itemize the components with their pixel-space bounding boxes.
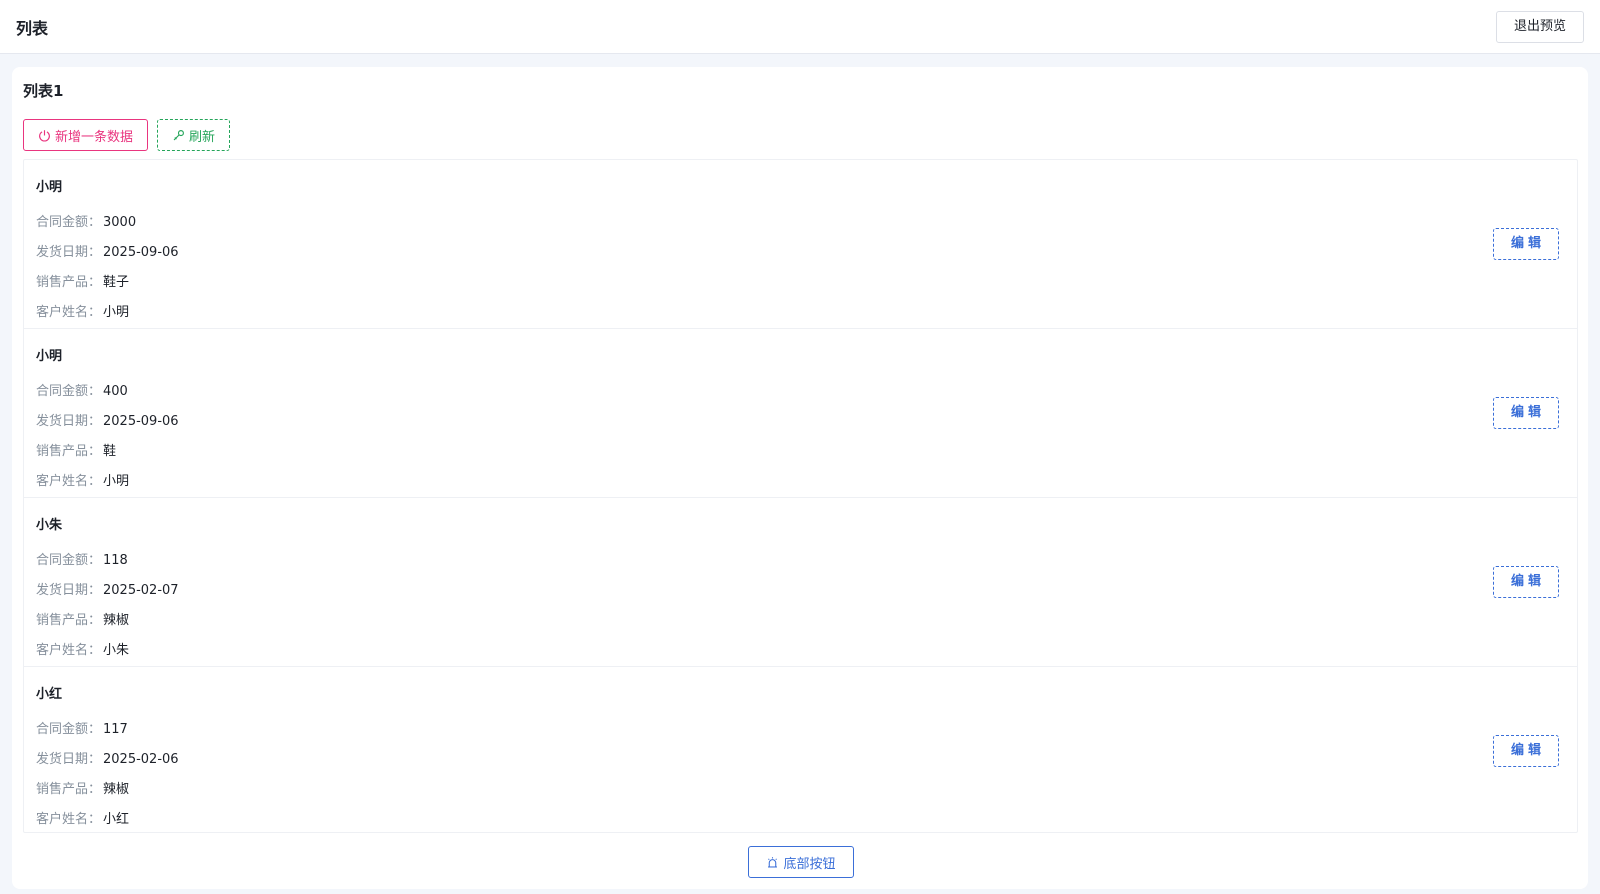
edit-button[interactable]: 编辑 — [1493, 566, 1559, 598]
product-row: 销售产品： 辣椒 — [36, 778, 129, 797]
amount-value: 3000 — [103, 215, 137, 230]
item-title: 小明 — [36, 349, 63, 364]
date-label: 发货日期： — [36, 414, 102, 429]
customer-value: 小朱 — [103, 643, 130, 658]
customer-label: 客户姓名： — [36, 305, 102, 320]
customer-row: 客户姓名： 小明 — [36, 470, 129, 489]
list-item: 小红 合同金额： 117 发货日期： 2025-02-06 销售产品： 辣椒 客户姓名… — [24, 667, 1577, 832]
edit-button[interactable]: 编辑 — [1493, 228, 1559, 260]
refresh-label: 刷新 — [189, 129, 216, 145]
product-value: 鞋子 — [103, 275, 130, 290]
date-value: 2025-09-06 — [103, 245, 179, 260]
amount-row: 合同金额： 3000 — [36, 211, 136, 230]
page-title: 列表 — [16, 19, 49, 38]
item-title: 小朱 — [36, 518, 63, 533]
exit-preview-button[interactable]: 退出预览 — [1496, 11, 1584, 43]
product-label: 销售产品： — [36, 782, 102, 797]
amount-label: 合同金额： — [36, 722, 102, 737]
top-bar: 列表 退出预览 — [0, 0, 1600, 54]
date-value: 2025-02-06 — [103, 752, 179, 767]
date-label: 发货日期： — [36, 583, 102, 598]
product-row: 销售产品： 辣椒 — [36, 609, 129, 628]
date-row: 发货日期： 2025-02-06 — [36, 748, 179, 767]
customer-value: 小红 — [103, 812, 130, 827]
customer-label: 客户姓名： — [36, 474, 102, 489]
list-item: 小明 合同金额： 400 发货日期： 2025-09-06 销售产品：鞋 客户姓名：… — [24, 329, 1577, 498]
date-row: 发货日期： 2025-02-07 — [36, 579, 179, 598]
product-label: 销售产品： — [36, 613, 102, 628]
amount-value: 117 — [103, 722, 128, 737]
date-value: 2025-02-07 — [103, 583, 179, 598]
customer-value: 小明 — [103, 474, 130, 489]
refresh-button[interactable]: 刷新 — [157, 119, 231, 151]
date-label: 发货日期： — [36, 245, 102, 260]
record-list: 小明 合同金额： 3000 发货日期： 2025-09-06 销售产品： 鞋子 客户姓… — [23, 159, 1578, 833]
product-value: 鞋 — [103, 444, 117, 459]
add-record-button[interactable]: 新增一条数据 — [23, 119, 149, 151]
item-title: 小明 — [36, 180, 63, 195]
panel-title: 列表1 — [23, 82, 64, 100]
amount-row: 合同金额： 400 — [36, 380, 128, 399]
date-row: 发货日期： 2025-09-06 — [36, 241, 179, 260]
amount-label: 合同金额： — [36, 553, 102, 568]
customer-value: 小明 — [103, 305, 130, 320]
edit-button[interactable]: 编辑 — [1493, 397, 1559, 429]
customer-label: 客户姓名： — [36, 643, 102, 658]
customer-row: 客户姓名： 小明 — [36, 301, 129, 320]
product-value: 辣椒 — [103, 782, 130, 797]
power-icon — [38, 129, 51, 142]
item-title: 小红 — [36, 687, 63, 702]
amount-label: 合同金额： — [36, 215, 102, 230]
amount-row: 合同金额： 118 — [36, 549, 128, 568]
product-label: 销售产品： — [36, 275, 102, 290]
date-label: 发货日期： — [36, 752, 102, 767]
alarm-icon — [766, 856, 779, 869]
product-row: 销售产品：鞋 — [36, 440, 116, 459]
product-label: 销售产品： — [36, 444, 102, 459]
amount-value: 118 — [103, 553, 128, 568]
wrench-icon — [172, 129, 185, 142]
bottom-button[interactable]: 底部按钮 — [748, 846, 854, 878]
list-toolbar: 新增一条数据 刷新 — [23, 119, 231, 151]
list-item: 小朱 合同金额： 118 发货日期： 2025-02-07 销售产品： 辣椒 客户姓名… — [24, 498, 1577, 667]
add-record-label: 新增一条数据 — [55, 129, 134, 145]
amount-value: 400 — [103, 384, 128, 399]
product-value: 辣椒 — [103, 613, 130, 628]
customer-row: 客户姓名： 小红 — [36, 808, 129, 827]
list-panel: 列表1 新增一条数据 刷新 小明 合同金额： 3000 发货日期： 2025-0… — [12, 67, 1588, 889]
date-value: 2025-09-06 — [103, 414, 179, 429]
product-row: 销售产品： 鞋子 — [36, 271, 129, 290]
customer-row: 客户姓名： 小朱 — [36, 639, 129, 658]
amount-label: 合同金额： — [36, 384, 102, 399]
list-item: 小明 合同金额： 3000 发货日期： 2025-09-06 销售产品： 鞋子 客户姓… — [24, 160, 1577, 329]
customer-label: 客户姓名： — [36, 812, 102, 827]
bottom-button-label: 底部按钮 — [783, 856, 836, 872]
edit-button[interactable]: 编辑 — [1493, 735, 1559, 767]
amount-row: 合同金额： 117 — [36, 718, 128, 737]
date-row: 发货日期： 2025-09-06 — [36, 410, 179, 429]
